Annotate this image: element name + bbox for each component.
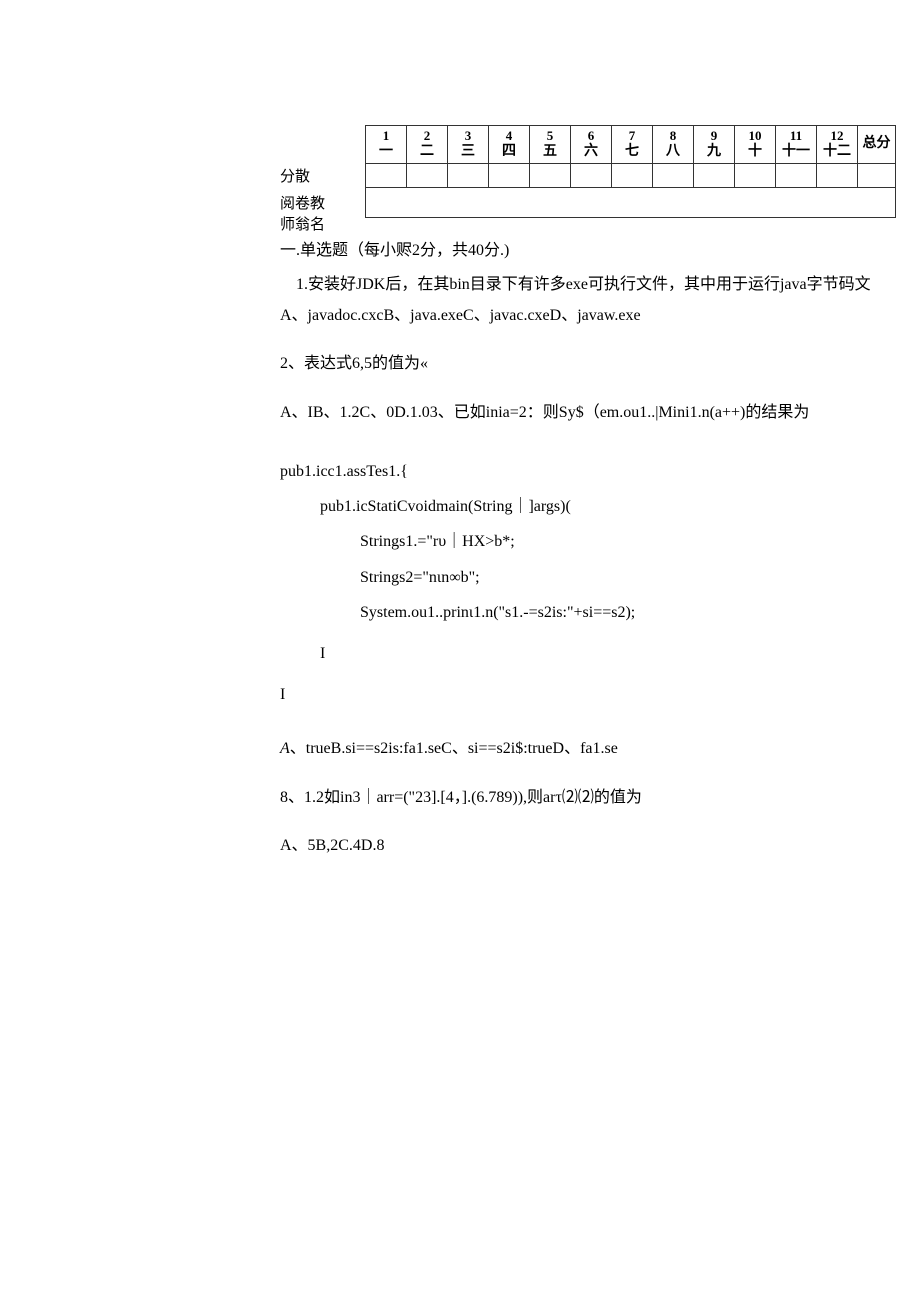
col-12: 12十二 bbox=[817, 126, 858, 164]
q8: 8、1.2如in3｜arr=("23].[4，].(6.789)),则arτ⑵⑵… bbox=[280, 783, 920, 813]
row-label-teacher-l1: 阅卷教 bbox=[280, 194, 325, 215]
score-cell bbox=[407, 164, 448, 188]
code-brace: I bbox=[280, 677, 920, 712]
score-cell bbox=[735, 164, 776, 188]
score-cell bbox=[653, 164, 694, 188]
q2-options: A、IB、1.2C、0D.1.03、已如inia=2：则Sy$（em.ou1..… bbox=[280, 398, 920, 428]
col-1: 1一 bbox=[366, 126, 407, 164]
row-label-teacher: 阅卷教 师翁名 bbox=[280, 194, 325, 236]
score-cell bbox=[776, 164, 817, 188]
row-label-teacher-l2: 师翁名 bbox=[280, 215, 325, 236]
col-6: 6六 bbox=[571, 126, 612, 164]
q2: 2、表达式6,5的值为« bbox=[280, 349, 920, 379]
score-cell bbox=[612, 164, 653, 188]
q8-options: A、5B,2C.4D.8 bbox=[280, 831, 920, 861]
col-5: 5五 bbox=[530, 126, 571, 164]
teacher-row bbox=[366, 188, 896, 218]
col-10: 10十 bbox=[735, 126, 776, 164]
exam-page: 分散 阅卷教 师翁名 1一 2二 3三 4四 5五 6六 7七 8八 9九 10… bbox=[280, 0, 920, 861]
col-2: 2二 bbox=[407, 126, 448, 164]
score-cell bbox=[489, 164, 530, 188]
score-table: 1一 2二 3三 4四 5五 6六 7七 8八 9九 10十 11十一 12十二… bbox=[365, 125, 896, 218]
code-line: System.ou1..prinι1.n("s1.-=s2is:"+si==s2… bbox=[280, 595, 920, 630]
code-block: pub1.icc1.assTes1.{ pub1.icStatiCvoidmai… bbox=[280, 454, 920, 712]
teacher-cell bbox=[366, 188, 896, 218]
code-line: Strings1.="rυ｜HX>b*; bbox=[280, 524, 920, 559]
col-4: 4四 bbox=[489, 126, 530, 164]
code-brace: I bbox=[280, 636, 920, 671]
score-row bbox=[366, 164, 896, 188]
score-area: 分散 阅卷教 师翁名 1一 2二 3三 4四 5五 6六 7七 8八 9九 10… bbox=[280, 125, 920, 218]
code-line: Strings2="nιn∞b"; bbox=[280, 560, 920, 595]
col-total: 总分 bbox=[858, 126, 896, 164]
col-9: 9九 bbox=[694, 126, 735, 164]
col-3: 3三 bbox=[448, 126, 489, 164]
col-8: 8八 bbox=[653, 126, 694, 164]
score-cell bbox=[858, 164, 896, 188]
score-cell bbox=[448, 164, 489, 188]
score-cell bbox=[694, 164, 735, 188]
q-after-code: A、trueB.si==s2is:fa1.seC、si==s2i$:trueD、… bbox=[280, 734, 920, 764]
score-cell bbox=[817, 164, 858, 188]
q1-options: A、javadoc.cxcB、java.exeC、javac.cxeD、java… bbox=[280, 301, 920, 331]
score-header-row: 1一 2二 3三 4四 5五 6六 7七 8八 9九 10十 11十一 12十二… bbox=[366, 126, 896, 164]
row-labels: 分散 阅卷教 师翁名 bbox=[280, 165, 325, 236]
code-line: pub1.icc1.assTes1.{ bbox=[280, 454, 920, 489]
option-label-a: A bbox=[280, 740, 290, 757]
exam-body: 一.单选题（每小赆2分，共40分.) 1.安装好JDK后，在其bin目录下有许多… bbox=[280, 236, 920, 861]
score-cell bbox=[530, 164, 571, 188]
score-cell bbox=[571, 164, 612, 188]
score-cell bbox=[366, 164, 407, 188]
q-after-code-rest: 、trueB.si==s2is:fa1.seC、si==s2i$:trueD、f… bbox=[290, 740, 618, 757]
row-label-score: 分散 bbox=[280, 167, 325, 188]
col-7: 7七 bbox=[612, 126, 653, 164]
col-11: 11十一 bbox=[776, 126, 817, 164]
q1-line1: 1.安装好JDK后，在其bin目录下有许多exe可执行文件，其中用于运行java… bbox=[280, 270, 920, 300]
code-line: pub1.icStatiCvoidmain(String｜]args)( bbox=[280, 489, 920, 524]
section-title: 一.单选题（每小赆2分，共40分.) bbox=[280, 236, 920, 266]
